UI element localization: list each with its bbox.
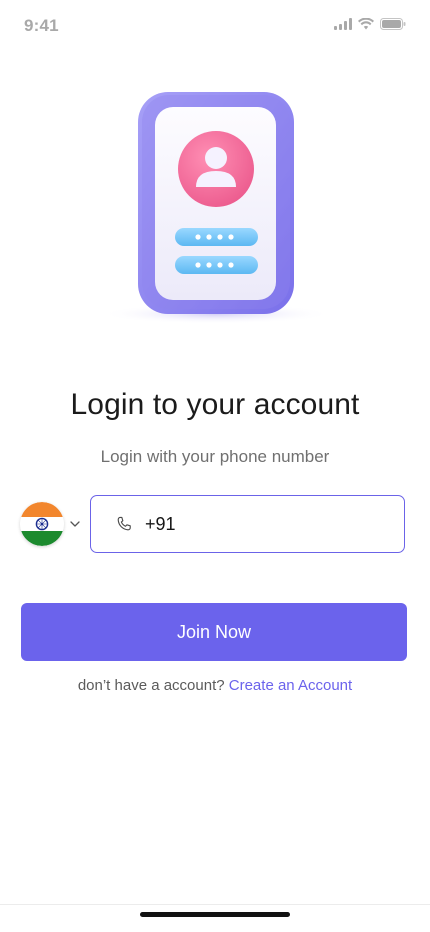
wifi-icon (358, 18, 374, 30)
home-indicator[interactable] (140, 912, 290, 917)
chevron-down-icon (70, 521, 80, 527)
page-title: Login to your account (70, 388, 360, 421)
cellular-signal-icon (334, 18, 352, 30)
page-subtitle: Login with your phone number (100, 447, 330, 466)
create-account-link[interactable]: Create an Account (229, 677, 352, 694)
phone-icon (117, 516, 131, 531)
signup-row: don’t have a account? Create an Account (0, 677, 430, 694)
battery-icon (380, 18, 406, 30)
status-time: 9:41 (24, 16, 59, 35)
phone-login-illustration (98, 82, 334, 328)
status-bar: 9:41 (0, 0, 430, 54)
illustration-art (100, 92, 332, 324)
bottom-divider (0, 904, 430, 905)
phone-number-input[interactable] (145, 513, 365, 535)
country-code-picker[interactable] (20, 500, 84, 548)
india-flag-icon (20, 502, 64, 546)
join-now-button[interactable]: Join Now (21, 603, 407, 661)
status-icons (334, 18, 406, 30)
signup-prompt: don’t have a account? (77, 677, 229, 694)
phone-number-field[interactable] (90, 495, 405, 553)
